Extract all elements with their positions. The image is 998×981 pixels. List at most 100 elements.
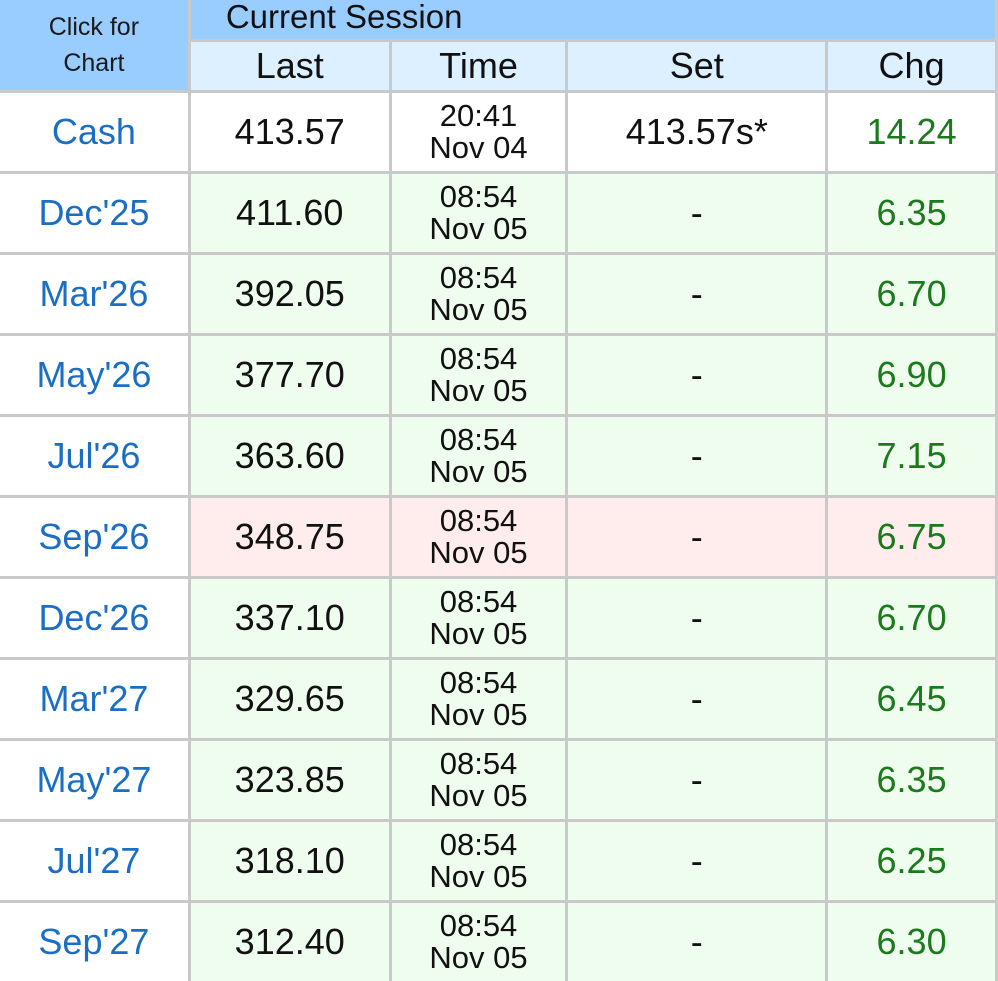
table-body: Cash 413.57 20:41 Nov 04 413.57s* 14.24 D… xyxy=(0,93,995,981)
table-row: May'26 377.70 08:54 Nov 05 - 6.90 xyxy=(0,336,995,414)
quote-time: 08:54 Nov 05 xyxy=(391,174,566,252)
quote-time: 08:54 Nov 05 xyxy=(391,903,566,981)
table-row: Dec'26 337.10 08:54 Nov 05 - 6.70 xyxy=(0,579,995,657)
price-change: 6.45 xyxy=(828,660,995,738)
quote-time-date: Nov 05 xyxy=(429,373,528,408)
quote-time-clock: 08:54 xyxy=(439,422,518,457)
quote-time-date: Nov 05 xyxy=(429,697,528,732)
column-header-last: Last xyxy=(190,42,389,90)
price-change: 6.70 xyxy=(828,579,995,657)
contract-month-link[interactable]: Sep'27 xyxy=(0,903,188,981)
quote-time: 20:41 Nov 04 xyxy=(391,93,566,171)
price-change: 6.35 xyxy=(828,741,995,819)
settle-price: - xyxy=(568,903,826,981)
quote-time-date: Nov 04 xyxy=(429,130,528,165)
last-price: 329.65 xyxy=(190,660,389,738)
contract-month-link[interactable]: Jul'27 xyxy=(0,822,188,900)
settle-price: - xyxy=(568,417,826,495)
last-price: 411.60 xyxy=(190,174,389,252)
quote-time-date: Nov 05 xyxy=(429,292,528,327)
quote-time: 08:54 Nov 05 xyxy=(391,255,566,333)
price-change: 6.35 xyxy=(828,174,995,252)
quote-time-date: Nov 05 xyxy=(429,454,528,489)
quote-time-clock: 08:54 xyxy=(439,260,518,295)
contract-month-link[interactable]: Jul'26 xyxy=(0,417,188,495)
settle-price: - xyxy=(568,660,826,738)
quote-time-date: Nov 05 xyxy=(429,616,528,651)
column-header-chg: Chg xyxy=(828,42,995,90)
quote-time-date: Nov 05 xyxy=(429,211,528,246)
quote-time: 08:54 Nov 05 xyxy=(391,417,566,495)
quote-time-date: Nov 05 xyxy=(429,535,528,570)
quote-time-clock: 08:54 xyxy=(439,908,518,943)
table-header: Click for Chart Current Session Last Tim… xyxy=(0,0,995,90)
quote-time-clock: 20:41 xyxy=(439,98,518,133)
last-price: 318.10 xyxy=(190,822,389,900)
contract-month-link[interactable]: May'27 xyxy=(0,741,188,819)
futures-quote-table: Click for Chart Current Session Last Tim… xyxy=(0,0,998,981)
quote-time: 08:54 Nov 05 xyxy=(391,336,566,414)
last-price: 377.70 xyxy=(190,336,389,414)
quote-time-clock: 08:54 xyxy=(439,746,518,781)
column-header-set: Set xyxy=(568,42,826,90)
quote-time-date: Nov 05 xyxy=(429,859,528,894)
quote-time-date: Nov 05 xyxy=(429,940,528,975)
table-row: Cash 413.57 20:41 Nov 04 413.57s* 14.24 xyxy=(0,93,995,171)
table-row: Mar'26 392.05 08:54 Nov 05 - 6.70 xyxy=(0,255,995,333)
settle-price: 413.57s* xyxy=(568,93,826,171)
last-price: 323.85 xyxy=(190,741,389,819)
price-change: 7.15 xyxy=(828,417,995,495)
table-row: Sep'27 312.40 08:54 Nov 05 - 6.30 xyxy=(0,903,995,981)
contract-month-link[interactable]: Cash xyxy=(0,93,188,171)
contract-month-link[interactable]: Sep'26 xyxy=(0,498,188,576)
contract-month-link[interactable]: May'26 xyxy=(0,336,188,414)
contract-month-link[interactable]: Dec'26 xyxy=(0,579,188,657)
price-change: 6.70 xyxy=(828,255,995,333)
quote-time-clock: 08:54 xyxy=(439,827,518,862)
table-row: Jul'27 318.10 08:54 Nov 05 - 6.25 xyxy=(0,822,995,900)
last-price: 348.75 xyxy=(190,498,389,576)
settle-price: - xyxy=(568,336,826,414)
price-change: 6.25 xyxy=(828,822,995,900)
settle-price: - xyxy=(568,579,826,657)
click-for-chart-header: Click for Chart xyxy=(0,0,188,90)
quote-time-date: Nov 05 xyxy=(429,778,528,813)
table-row: Dec'25 411.60 08:54 Nov 05 - 6.35 xyxy=(0,174,995,252)
last-price: 392.05 xyxy=(190,255,389,333)
contract-month-link[interactable]: Mar'27 xyxy=(0,660,188,738)
quote-time: 08:54 Nov 05 xyxy=(391,741,566,819)
quote-board: Click for Chart Current Session Last Tim… xyxy=(0,0,998,981)
quote-time-clock: 08:54 xyxy=(439,584,518,619)
settle-price: - xyxy=(568,174,826,252)
quote-time: 08:54 Nov 05 xyxy=(391,822,566,900)
price-change: 6.90 xyxy=(828,336,995,414)
table-row: Sep'26 348.75 08:54 Nov 05 - 6.75 xyxy=(0,498,995,576)
column-header-time: Time xyxy=(391,42,566,90)
contract-month-link[interactable]: Dec'25 xyxy=(0,174,188,252)
quote-time-clock: 08:54 xyxy=(439,179,518,214)
quote-time: 08:54 Nov 05 xyxy=(391,498,566,576)
click-for-chart-label: Click for Chart xyxy=(48,13,140,77)
current-session-header: Current Session xyxy=(190,0,995,39)
last-price: 337.10 xyxy=(190,579,389,657)
quote-time-clock: 08:54 xyxy=(439,341,518,376)
settle-price: - xyxy=(568,822,826,900)
last-price: 363.60 xyxy=(190,417,389,495)
settle-price: - xyxy=(568,498,826,576)
price-change: 6.30 xyxy=(828,903,995,981)
quote-time: 08:54 Nov 05 xyxy=(391,660,566,738)
quote-time: 08:54 Nov 05 xyxy=(391,579,566,657)
settle-price: - xyxy=(568,741,826,819)
last-price: 312.40 xyxy=(190,903,389,981)
quote-time-clock: 08:54 xyxy=(439,503,518,538)
table-row: May'27 323.85 08:54 Nov 05 - 6.35 xyxy=(0,741,995,819)
price-change: 6.75 xyxy=(828,498,995,576)
quote-time-clock: 08:54 xyxy=(439,665,518,700)
table-row: Jul'26 363.60 08:54 Nov 05 - 7.15 xyxy=(0,417,995,495)
price-change: 14.24 xyxy=(828,93,995,171)
settle-price: - xyxy=(568,255,826,333)
table-row: Mar'27 329.65 08:54 Nov 05 - 6.45 xyxy=(0,660,995,738)
contract-month-link[interactable]: Mar'26 xyxy=(0,255,188,333)
header-row-top: Click for Chart Current Session xyxy=(0,0,995,90)
last-price: 413.57 xyxy=(190,93,389,171)
